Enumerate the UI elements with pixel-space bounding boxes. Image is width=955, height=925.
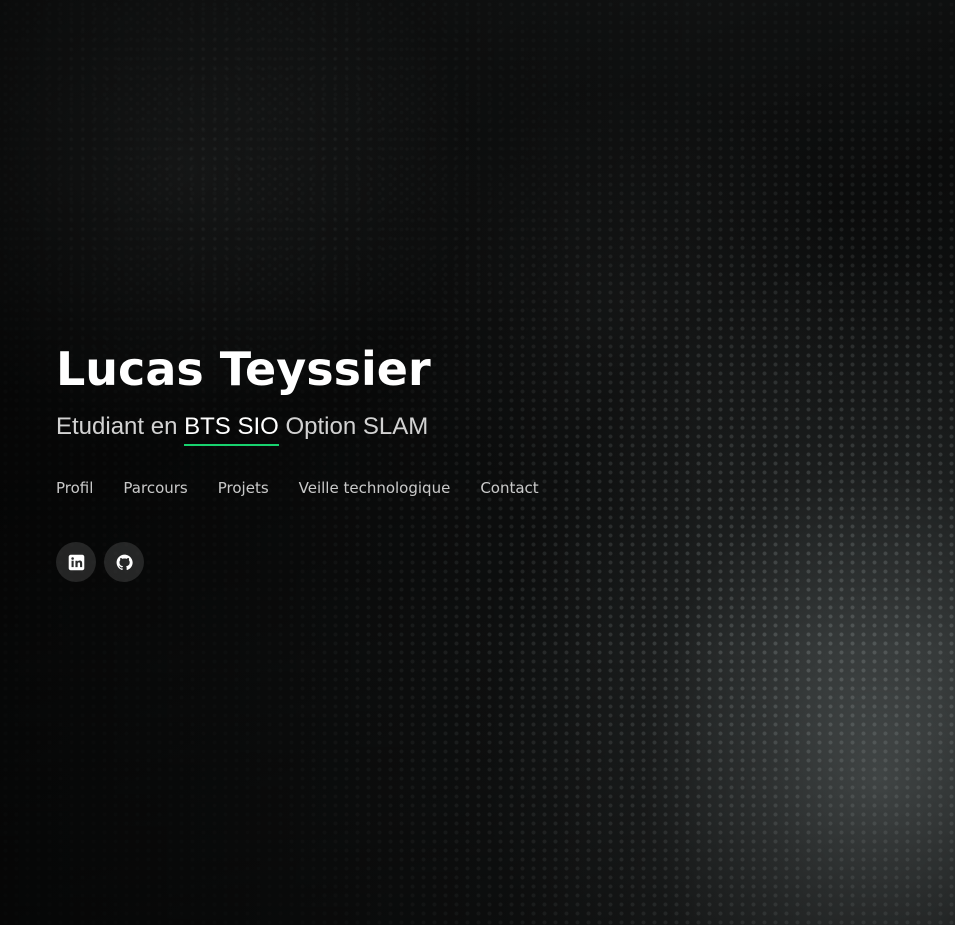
hero-content: Lucas Teyssier Etudiant en BTS SIO Optio… — [56, 340, 756, 582]
linkedin-link[interactable] — [56, 542, 96, 582]
hero-section: Lucas Teyssier Etudiant en BTS SIO Optio… — [0, 0, 955, 925]
nav-item-projets[interactable]: Projets — [218, 478, 269, 498]
nav-item-contact[interactable]: Contact — [480, 478, 538, 498]
nav-item-profil[interactable]: Profil — [56, 478, 93, 498]
hero-name: Lucas Teyssier — [56, 342, 431, 396]
subtitle-suffix: Option SLAM — [278, 413, 429, 440]
social-links — [56, 542, 756, 582]
linkedin-icon — [68, 554, 84, 570]
github-link[interactable] — [104, 542, 144, 582]
main-nav: Profil Parcours Projets Veille technolog… — [56, 478, 756, 498]
subtitle-prefix: Etudiant en — [56, 413, 185, 440]
hero-subtitle: Etudiant en BTS SIO Option SLAM — [56, 412, 756, 446]
nav-item-parcours[interactable]: Parcours — [123, 478, 187, 498]
github-icon — [116, 554, 133, 570]
nav-item-veille-technologique[interactable]: Veille technologique — [299, 478, 451, 498]
subtitle-highlight: BTS SIO — [184, 412, 279, 446]
